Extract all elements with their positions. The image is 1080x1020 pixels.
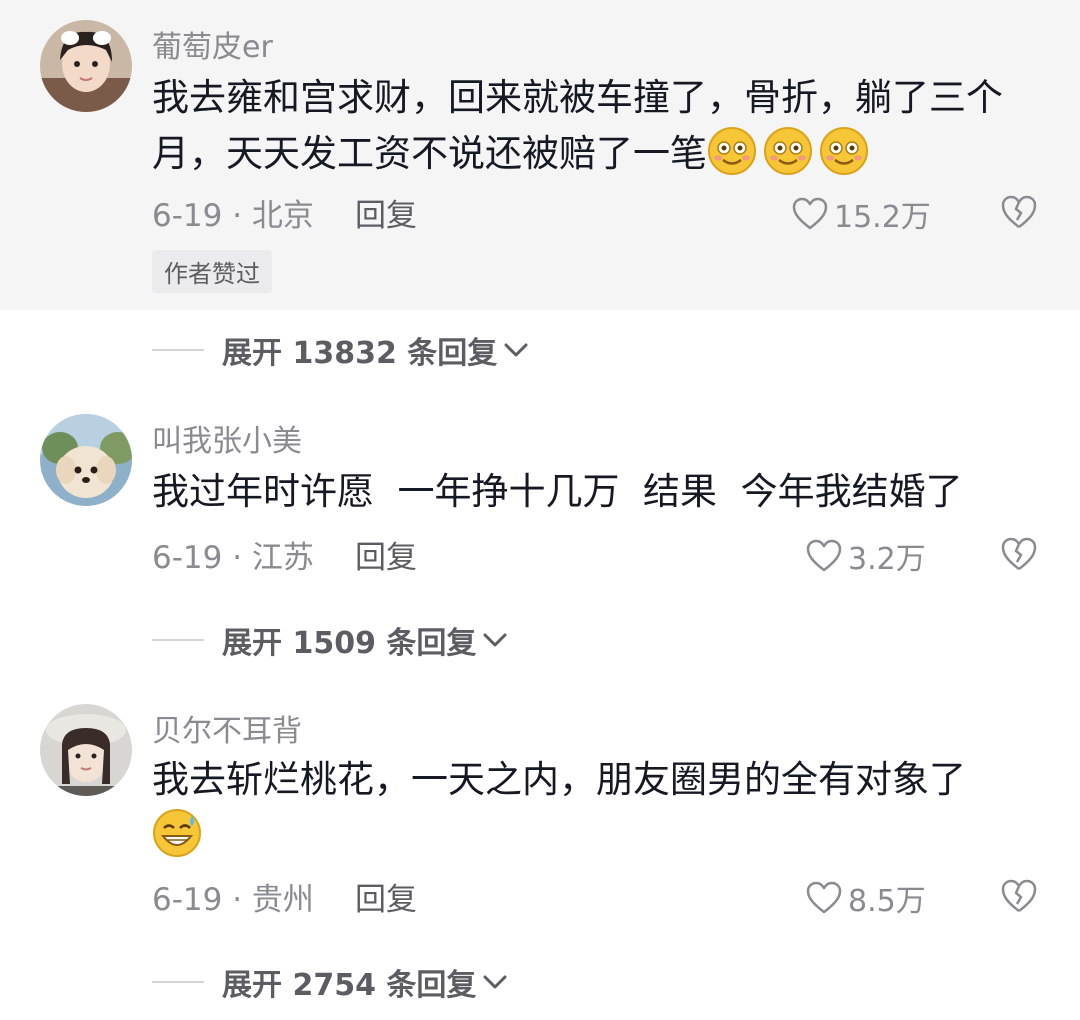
comment-location: 江苏 (251, 540, 314, 576)
chevron-down-icon (483, 633, 507, 647)
like-button[interactable]: 15.2万 (792, 192, 931, 236)
comment-date: 6-19 (152, 882, 223, 918)
avatar[interactable] (40, 414, 132, 506)
expand-replies-button[interactable]: 展开 2754 条回复 (152, 960, 508, 1004)
smile-emoji-icon (708, 127, 756, 175)
heart-outline-icon (806, 881, 842, 914)
smile-emoji-icon (764, 127, 812, 175)
reply-button[interactable]: 回复 (355, 190, 417, 235)
sweat-grin-emoji-icon (153, 809, 201, 857)
expand-replies-label: 展开 1509 条回复 (222, 626, 477, 661)
comment-date: 6-19 (152, 540, 223, 576)
comment-location: 北京 (251, 198, 314, 234)
reply-button[interactable]: 回复 (355, 532, 417, 577)
avatar[interactable] (40, 20, 132, 112)
divider-line (152, 639, 204, 641)
comment-meta: 6-19 · 北京 (152, 198, 314, 234)
like-count: 8.5万 (848, 884, 926, 919)
divider-line (152, 981, 204, 983)
author-liked-badge: 作者赞过 (152, 250, 272, 293)
avatar[interactable] (40, 704, 132, 796)
comment-body: 我去斩烂桃花，一天之内，朋友圈男的全有对象了 (152, 758, 966, 801)
heart-outline-icon (792, 197, 828, 230)
comment-text: 我过年时许愿 一年挣十几万 结果 今年我结婚了 (152, 470, 963, 513)
expand-replies-button[interactable]: 展开 1509 条回复 (152, 618, 508, 662)
like-count: 3.2万 (848, 542, 926, 577)
broken-heart-icon[interactable] (1000, 194, 1038, 230)
comment-text: 我去斩烂桃花，一天之内，朋友圈男的全有对象了 (152, 752, 1042, 864)
heart-outline-icon (806, 539, 842, 572)
comment-item: 叫我张小美 我过年时许愿 一年挣十几万 结果 今年我结婚了 6-19 · 江苏 … (0, 400, 1080, 580)
comment-meta: 6-19 · 贵州 (152, 882, 314, 918)
divider-line (152, 349, 204, 351)
comment-username[interactable]: 叫我张小美 (152, 416, 302, 460)
comment-username[interactable]: 葡萄皮er (152, 22, 273, 66)
expand-replies-button[interactable]: 展开 13832 条回复 (152, 328, 529, 372)
broken-heart-icon[interactable] (1000, 878, 1038, 914)
chevron-down-icon (504, 343, 528, 357)
like-button[interactable]: 3.2万 (806, 534, 926, 578)
broken-heart-icon[interactable] (1000, 536, 1038, 572)
comment-item: 贝尔不耳背 我去斩烂桃花，一天之内，朋友圈男的全有对象了 6-19 · 贵州 回… (0, 690, 1080, 930)
comment-item: 葡萄皮er 我去雍和宫求财，回来就被车撞了，骨折，躺了三个月，天天发工资不说还被… (0, 0, 1080, 310)
expand-replies-label: 展开 13832 条回复 (222, 336, 498, 371)
expand-replies-label: 展开 2754 条回复 (222, 968, 477, 1003)
reply-button[interactable]: 回复 (355, 874, 417, 919)
comment-body: 我去雍和宫求财，回来就被车撞了，骨折，躺了三个月，天天发工资不说还被赔了一笔 (152, 76, 1003, 175)
comment-username[interactable]: 贝尔不耳背 (152, 706, 302, 750)
comment-date: 6-19 (152, 198, 223, 234)
smile-emoji-icon (820, 127, 868, 175)
comment-meta: 6-19 · 江苏 (152, 540, 314, 576)
comment-location: 贵州 (251, 882, 314, 918)
comment-text: 我去雍和宫求财，回来就被车撞了，骨折，躺了三个月，天天发工资不说还被赔了一笔 (152, 70, 1042, 182)
like-count: 15.2万 (834, 200, 931, 235)
chevron-down-icon (483, 975, 507, 989)
like-button[interactable]: 8.5万 (806, 876, 926, 920)
